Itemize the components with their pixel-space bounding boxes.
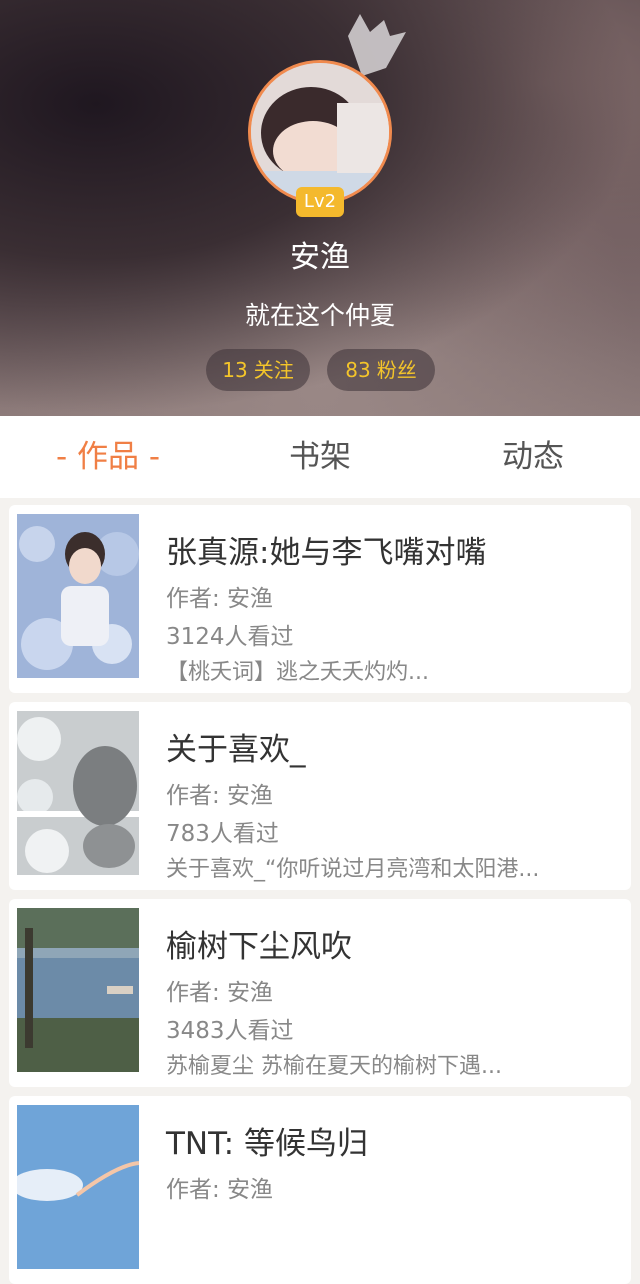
- tab-activity[interactable]: 动态: [433, 416, 633, 498]
- book-cover: [17, 711, 139, 875]
- work-author: 作者: 安渔: [166, 783, 274, 809]
- following-label: 关注: [253, 358, 294, 382]
- followers-button[interactable]: 83 粉丝: [327, 349, 435, 391]
- work-views: 3124人看过: [166, 624, 294, 650]
- work-title: TNT: 等候鸟归: [166, 1126, 368, 1162]
- work-author: 作者: 安渔: [166, 980, 274, 1006]
- work-title: 关于喜欢_: [166, 732, 306, 768]
- level-badge: Lv2: [296, 187, 344, 217]
- work-views: 783人看过: [166, 821, 279, 847]
- list-item[interactable]: 榆树下尘风吹 作者: 安渔 3483人看过 苏榆夏尘 苏榆在夏天的榆树下遇...: [9, 899, 631, 1087]
- avatar[interactable]: [248, 60, 392, 204]
- profile-bio: 就在这个仲夏: [244, 301, 395, 330]
- list-item[interactable]: 张真源:她与李飞嘴对嘴 作者: 安渔 3124人看过 【桃夭词】逃之夭夭灼灼..…: [9, 505, 631, 693]
- work-description: 关于喜欢_“你听说过月亮湾和太阳港...: [166, 857, 540, 882]
- followers-label: 粉丝: [376, 358, 417, 382]
- work-author: 作者: 安渔: [166, 1177, 274, 1203]
- followers-count: 83: [345, 358, 371, 382]
- book-cover: [17, 1105, 139, 1269]
- profile-header: Lv2 安渔 就在这个仲夏 13 关注 83 粉丝: [0, 0, 640, 416]
- avatar-image: [251, 63, 389, 201]
- work-title: 榆树下尘风吹: [166, 929, 352, 965]
- book-cover: [17, 514, 139, 678]
- list-item[interactable]: 关于喜欢_ 作者: 安渔 783人看过 关于喜欢_“你听说过月亮湾和太阳港...: [9, 702, 631, 890]
- tab-works[interactable]: - 作品 -: [8, 416, 208, 498]
- work-description: 苏榆夏尘 苏榆在夏天的榆树下遇...: [166, 1054, 502, 1079]
- tab-bar: - 作品 - 书架 动态: [0, 416, 640, 498]
- profile-name: 安渔: [290, 240, 350, 275]
- book-cover: [17, 908, 139, 1072]
- work-title: 张真源:她与李飞嘴对嘴: [166, 535, 487, 571]
- following-count: 13: [222, 358, 248, 382]
- work-description: 【桃夭词】逃之夭夭灼灼...: [166, 660, 429, 685]
- work-views: 3483人看过: [166, 1018, 294, 1044]
- following-button[interactable]: 13 关注: [206, 349, 310, 391]
- tab-bookshelf[interactable]: 书架: [220, 416, 420, 498]
- work-author: 作者: 安渔: [166, 586, 274, 612]
- list-item[interactable]: TNT: 等候鸟归 作者: 安渔: [9, 1096, 631, 1284]
